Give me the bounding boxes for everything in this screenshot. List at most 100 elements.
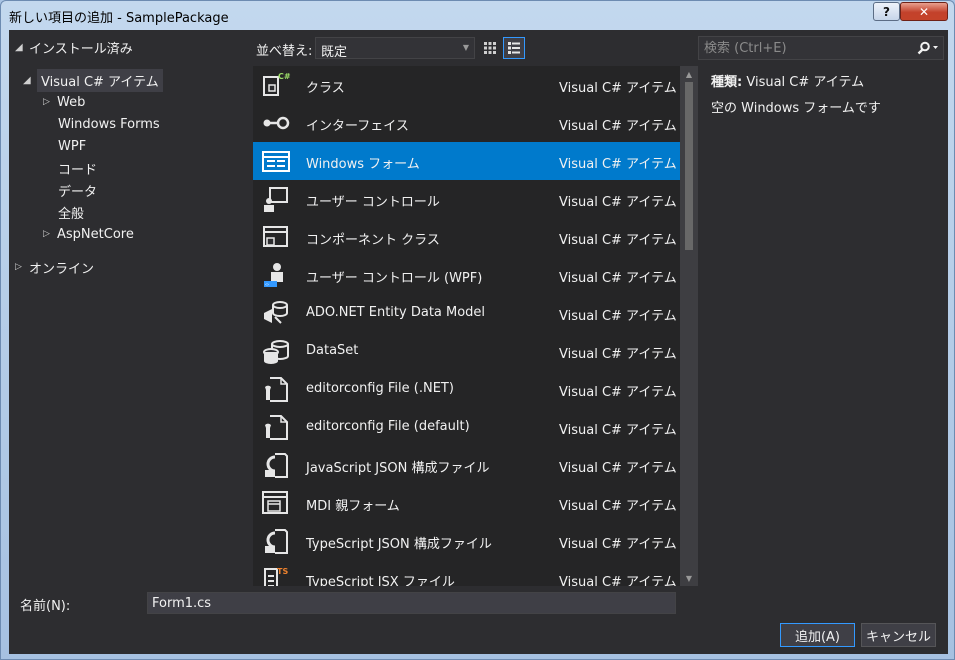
- scroll-thumb[interactable]: [685, 82, 693, 250]
- list-toolbar: 並べ替え: 既定 ▼: [253, 36, 698, 60]
- template-row[interactable]: ADO.NET Entity Data Model Visual C# アイテム: [253, 294, 680, 332]
- tree-node-web[interactable]: ▷ Web: [43, 91, 85, 113]
- svg-text:TS: TS: [277, 567, 288, 576]
- template-type: Visual C# アイテム: [559, 157, 677, 172]
- template-type: Visual C# アイテム: [559, 575, 677, 586]
- template-row[interactable]: コンポーネント クラス Visual C# アイテム: [253, 218, 680, 256]
- detail-type-label: 種類:: [711, 75, 743, 90]
- expanded-arrow-icon[interactable]: ◢: [15, 42, 29, 53]
- detail-type: 種類: Visual C# アイテム: [711, 71, 864, 90]
- template-row[interactable]: editorconfig File (.NET) Visual C# アイテム: [253, 370, 680, 408]
- tree-label-windows-forms: Windows Forms: [58, 116, 160, 132]
- template-name: ユーザー コントロール: [306, 195, 440, 210]
- template-row[interactable]: editorconfig File (default) Visual C# アイテ…: [253, 408, 680, 446]
- tree-label-web: Web: [57, 94, 86, 110]
- dataset-icon: [261, 337, 291, 365]
- tree-node-data[interactable]: データ: [58, 179, 97, 201]
- template-name: コンポーネント クラス: [306, 233, 440, 248]
- name-input[interactable]: [147, 592, 676, 614]
- tree-node-online[interactable]: ▷ オンライン: [15, 256, 94, 278]
- template-row[interactable]: MDI 親フォーム Visual C# アイテム: [253, 484, 680, 522]
- detail-description: 空の Windows フォームです: [711, 101, 881, 116]
- entity-data-model-icon: [261, 299, 291, 327]
- template-row[interactable]: TypeScript JSON 構成ファイル Visual C# アイテム: [253, 522, 680, 560]
- tree-label-data: データ: [58, 184, 98, 200]
- template-type: Visual C# アイテム: [559, 195, 677, 210]
- template-name: TypeScript JSON 構成ファイル: [306, 537, 492, 552]
- collapsed-arrow-icon[interactable]: ▷: [43, 97, 57, 107]
- tree-label-visual-csharp: Visual C# アイテム: [37, 68, 163, 92]
- tree-label-wpf: WPF: [58, 138, 87, 154]
- search-icon: [917, 41, 938, 55]
- component-class-icon: [261, 223, 291, 251]
- template-name: TypeScript JSX ファイル: [306, 575, 455, 586]
- tree-node-visual-csharp[interactable]: ◢ Visual C# アイテム: [23, 68, 163, 92]
- tree-label-aspnetcore: AspNetCore: [57, 226, 134, 242]
- template-row[interactable]: TS TypeScript JSX ファイル Visual C# アイテム: [253, 560, 680, 586]
- user-control-icon: [261, 185, 291, 213]
- grid-view-icon: [484, 42, 496, 54]
- scroll-down-arrow-icon[interactable]: ▼: [680, 572, 698, 584]
- tree-node-windows-forms[interactable]: Windows Forms: [58, 113, 160, 135]
- template-type: Visual C# アイテム: [559, 461, 677, 476]
- template-name: JavaScript JSON 構成ファイル: [306, 461, 490, 476]
- sort-dropdown[interactable]: 既定 ▼: [315, 37, 475, 60]
- expanded-arrow-icon[interactable]: ◢: [23, 75, 37, 86]
- template-row[interactable]: Windows フォーム Visual C# アイテム: [253, 142, 680, 180]
- typescript-jsx-icon: TS: [261, 565, 291, 586]
- svg-text:C#: C#: [278, 72, 291, 81]
- details-pane: 種類: Visual C# アイテム 空の Windows フォームです: [698, 66, 948, 586]
- template-name: DataSet: [306, 343, 359, 358]
- template-type: Visual C# アイテム: [559, 119, 677, 134]
- search-input[interactable]: [699, 37, 911, 59]
- template-row[interactable]: C# クラス Visual C# アイテム: [253, 66, 680, 104]
- search-button[interactable]: [913, 38, 943, 58]
- cancel-button[interactable]: キャンセル: [861, 623, 936, 647]
- editorconfig-icon: [261, 375, 291, 403]
- tree-node-aspnetcore[interactable]: ▷ AspNetCore: [43, 223, 134, 245]
- scroll-up-arrow-icon[interactable]: ▲: [680, 68, 698, 80]
- collapsed-arrow-icon[interactable]: ▷: [43, 229, 57, 239]
- template-type: Visual C# アイテム: [559, 423, 677, 438]
- template-row[interactable]: インターフェイス Visual C# アイテム: [253, 104, 680, 142]
- sort-dropdown-value: 既定: [321, 45, 348, 60]
- template-name: editorconfig File (default): [306, 419, 470, 434]
- wpf-user-control-icon: ‹›: [261, 261, 291, 289]
- tree-label-installed: インストール済み: [29, 41, 133, 57]
- list-view-icon: [508, 42, 520, 54]
- help-button[interactable]: ?: [873, 2, 900, 21]
- tree-node-installed[interactable]: ◢ インストール済み: [15, 36, 133, 58]
- details-view-button[interactable]: [503, 37, 525, 59]
- dialog-client-area: ◢ インストール済み ◢ Visual C# アイテム ▷ Web Window…: [9, 30, 948, 654]
- template-type: Visual C# アイテム: [559, 309, 677, 324]
- collapsed-arrow-icon[interactable]: ▷: [15, 262, 29, 272]
- template-type: Visual C# アイテム: [559, 499, 677, 514]
- tree-node-code[interactable]: コード: [58, 157, 97, 179]
- json-config-icon: [261, 527, 291, 555]
- template-row[interactable]: DataSet Visual C# アイテム: [253, 332, 680, 370]
- tree-label-code: コード: [58, 162, 98, 178]
- template-row[interactable]: JavaScript JSON 構成ファイル Visual C# アイテム: [253, 446, 680, 484]
- small-icons-view-button[interactable]: [479, 37, 501, 59]
- class-icon: C#: [261, 71, 291, 99]
- template-type: Visual C# アイテム: [559, 537, 677, 552]
- tree-node-wpf[interactable]: WPF: [58, 135, 86, 157]
- title-bar[interactable]: 新しい項目の追加 - SamplePackage ? ✕: [1, 1, 955, 29]
- add-button[interactable]: 追加(A): [780, 623, 855, 647]
- template-row[interactable]: ユーザー コントロール Visual C# アイテム: [253, 180, 680, 218]
- template-name: MDI 親フォーム: [306, 499, 400, 514]
- template-type: Visual C# アイテム: [559, 347, 677, 362]
- template-name: ADO.NET Entity Data Model: [306, 305, 486, 320]
- template-type: Visual C# アイテム: [559, 233, 677, 248]
- tree-node-general[interactable]: 全般: [58, 201, 84, 223]
- list-scrollbar[interactable]: ▲ ▼: [680, 66, 698, 586]
- json-config-icon: [261, 451, 291, 479]
- template-name: Windows フォーム: [306, 157, 420, 172]
- close-button[interactable]: ✕: [900, 2, 948, 21]
- tree-label-online: オンライン: [29, 261, 95, 277]
- help-icon: ?: [883, 4, 890, 19]
- svg-text:‹›: ‹›: [265, 282, 269, 288]
- template-row[interactable]: ‹› ユーザー コントロール (WPF) Visual C# アイテム: [253, 256, 680, 294]
- sort-label: 並べ替え:: [256, 44, 313, 59]
- template-type: Visual C# アイテム: [559, 271, 677, 286]
